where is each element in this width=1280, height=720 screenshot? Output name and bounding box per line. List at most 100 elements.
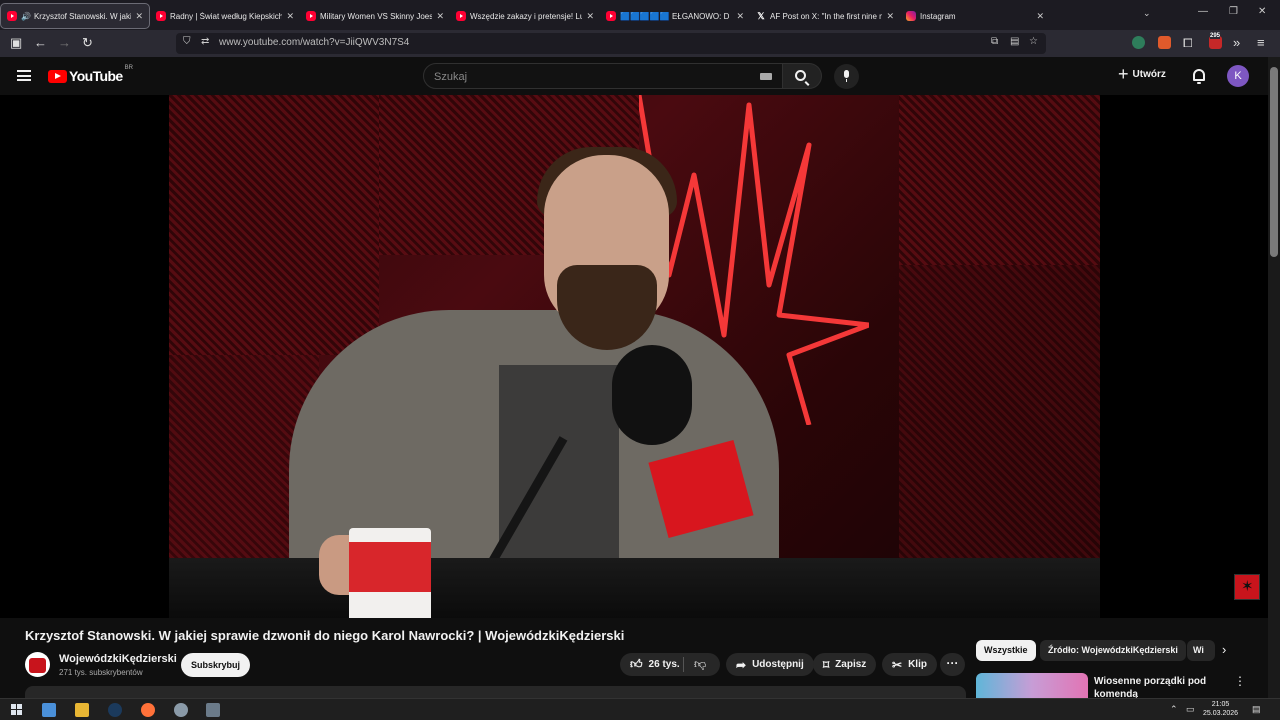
extensions-puzzle-icon[interactable]: ⧠: [1183, 35, 1193, 51]
voice-search-button[interactable]: [834, 64, 859, 89]
thumbs-down-icon[interactable]: 👎︎: [694, 657, 706, 672]
tab-2[interactable]: Military Women VS Skinny Joes ✕: [300, 3, 450, 29]
close-tab-icon[interactable]: ✕: [135, 11, 143, 22]
sidebar-toggle-icon[interactable]: ▣: [10, 35, 22, 51]
video-player[interactable]: [0, 95, 1268, 618]
scrollbar-thumb[interactable]: [1270, 67, 1278, 257]
speaker-icon[interactable]: 🔊: [21, 12, 31, 21]
tab-list-chevron-icon[interactable]: ⌄: [1143, 8, 1151, 19]
clip-label: Klip: [908, 659, 927, 670]
calculator-icon[interactable]: [206, 703, 220, 717]
close-window-icon[interactable]: ✕: [1258, 6, 1266, 17]
tab-0[interactable]: 🔊 Krzysztof Stanowski. W jakiej ✕: [0, 3, 150, 29]
instagram-icon: [906, 11, 916, 21]
menu-icon[interactable]: ≡: [1257, 35, 1265, 51]
page-scrollbar[interactable]: [1268, 57, 1280, 698]
notification-center-icon[interactable]: ▤: [1252, 704, 1261, 715]
reload-icon[interactable]: ↻: [82, 35, 93, 51]
bookmark-icon: ⌑: [823, 657, 830, 672]
notifications-bell-icon[interactable]: [1193, 69, 1205, 84]
guide-menu-icon[interactable]: [17, 70, 31, 81]
thumbs-up-icon[interactable]: 👍︎: [630, 657, 643, 672]
windows-start-icon[interactable]: [11, 704, 22, 715]
firefox-icon[interactable]: [141, 703, 155, 717]
close-tab-icon[interactable]: ✕: [736, 11, 744, 22]
scissors-icon: ✂: [892, 657, 903, 672]
address-bar[interactable]: ⛉ ⇄ www.youtube.com/watch?v=JiiQWV3N7S4 …: [176, 33, 1046, 54]
vpn-extension-icon[interactable]: [1132, 36, 1145, 49]
network-icon[interactable]: ▭: [1186, 704, 1195, 715]
youtube-play-icon: [48, 69, 67, 83]
youtube-masthead: YouTube BR Szukaj + Utwórz K: [0, 57, 1268, 95]
close-tab-icon[interactable]: ✕: [1036, 11, 1044, 22]
chip-source[interactable]: Źródło: WojewódzkiKędzierski: [1040, 640, 1186, 661]
more-options-icon[interactable]: ⋮: [1234, 674, 1246, 688]
youtube-icon: [306, 11, 316, 21]
clip-button[interactable]: ✂ Klip: [882, 653, 937, 676]
search-input[interactable]: Szukaj: [423, 63, 783, 89]
forward-icon[interactable]: →: [58, 35, 71, 51]
video-title: Krzysztof Stanowski. W jakiej sprawie dz…: [25, 628, 625, 643]
app-icon[interactable]: [174, 703, 188, 717]
tab-1[interactable]: Radny | Świat według Kiepskich ✕: [150, 3, 300, 29]
close-tab-icon[interactable]: ✕: [886, 11, 894, 22]
picture-in-picture-icon[interactable]: ⧉: [991, 36, 998, 47]
url-text[interactable]: www.youtube.com/watch?v=JiiQWV3N7S4: [219, 37, 409, 48]
chip-partial[interactable]: Wi: [1187, 640, 1215, 661]
studio-microphone: [612, 345, 692, 445]
chip-all[interactable]: Wszystkie: [976, 640, 1036, 661]
bookmark-star-icon[interactable]: ☆: [1029, 36, 1038, 47]
tray-chevron-icon[interactable]: ⌃: [1170, 704, 1178, 715]
keyboard-icon[interactable]: [760, 73, 772, 80]
acoustic-panel: [899, 265, 1100, 565]
minimize-icon[interactable]: —: [1198, 6, 1208, 17]
create-button[interactable]: + Utwórz: [1118, 64, 1166, 84]
save-label: Zapisz: [835, 659, 867, 670]
youtube-icon: [7, 11, 17, 21]
logo-text: YouTube: [69, 68, 123, 84]
extension-icon[interactable]: [1158, 36, 1171, 49]
file-explorer-icon[interactable]: [75, 703, 89, 717]
tab-4[interactable]: 🟦🟦🟦🟦🟦 EŁGANOWO: D ✕: [600, 3, 750, 29]
close-tab-icon[interactable]: ✕: [586, 11, 594, 22]
microphone-icon: [844, 70, 849, 82]
youtube-icon: [456, 11, 466, 21]
reader-view-icon[interactable]: ▤: [1010, 36, 1019, 47]
channel-avatar[interactable]: [25, 652, 50, 677]
share-button[interactable]: ➦ Udostępnij: [726, 653, 814, 676]
close-tab-icon[interactable]: ✕: [286, 11, 294, 22]
overflow-chevron-icon[interactable]: »: [1233, 35, 1240, 51]
windows-taskbar: ⌃ ▭ 21:05 25.03.2026 ▤: [0, 698, 1280, 720]
chevron-right-icon[interactable]: ›: [1222, 642, 1226, 657]
tab-title: AF Post on X: "In the first nine m: [770, 11, 883, 21]
tab-5[interactable]: 𝕏 AF Post on X: "In the first nine m ✕: [750, 3, 900, 29]
subscriber-count: 271 tys. subskrybentów: [59, 668, 143, 677]
video-frame[interactable]: [169, 95, 1100, 618]
save-button[interactable]: ⌑ Zapisz: [813, 653, 877, 676]
tab-title: 🟦🟦🟦🟦🟦 EŁGANOWO: D: [620, 11, 730, 21]
subscribe-button[interactable]: Subskrybuj: [181, 653, 250, 677]
permissions-icon[interactable]: ⇄: [201, 36, 209, 47]
browser-tab-strip: 🔊 Krzysztof Stanowski. W jakiej ✕ Radny …: [0, 0, 1280, 30]
channel-watermark-icon[interactable]: [1234, 574, 1260, 600]
shield-icon[interactable]: ⛉: [183, 36, 191, 47]
search-button[interactable]: [783, 63, 822, 89]
create-label: Utwórz: [1132, 68, 1166, 80]
channel-name[interactable]: WojewódzkiKędzierski: [59, 653, 177, 665]
more-actions-icon[interactable]: ···: [940, 653, 965, 676]
explorer-app-icon[interactable]: [42, 703, 56, 717]
close-tab-icon[interactable]: ✕: [436, 11, 444, 22]
country-code: BR: [124, 65, 133, 71]
youtube-logo[interactable]: YouTube BR: [48, 65, 133, 84]
tab-title: Instagram: [920, 11, 956, 21]
steam-icon[interactable]: [108, 703, 122, 717]
back-icon[interactable]: ←: [34, 35, 47, 51]
plus-icon: +: [1118, 64, 1129, 84]
restore-icon[interactable]: ❐: [1229, 6, 1238, 17]
tab-6[interactable]: Instagram ✕: [900, 3, 1050, 29]
clock-time: 21:05: [1211, 701, 1230, 708]
system-clock[interactable]: 21:05 25.03.2026: [1203, 700, 1238, 718]
tab-3[interactable]: Wszędzie zakazy i pretensje! Lu ✕: [450, 3, 600, 29]
account-avatar[interactable]: K: [1227, 65, 1249, 87]
like-count[interactable]: 26 tys.: [649, 659, 680, 670]
